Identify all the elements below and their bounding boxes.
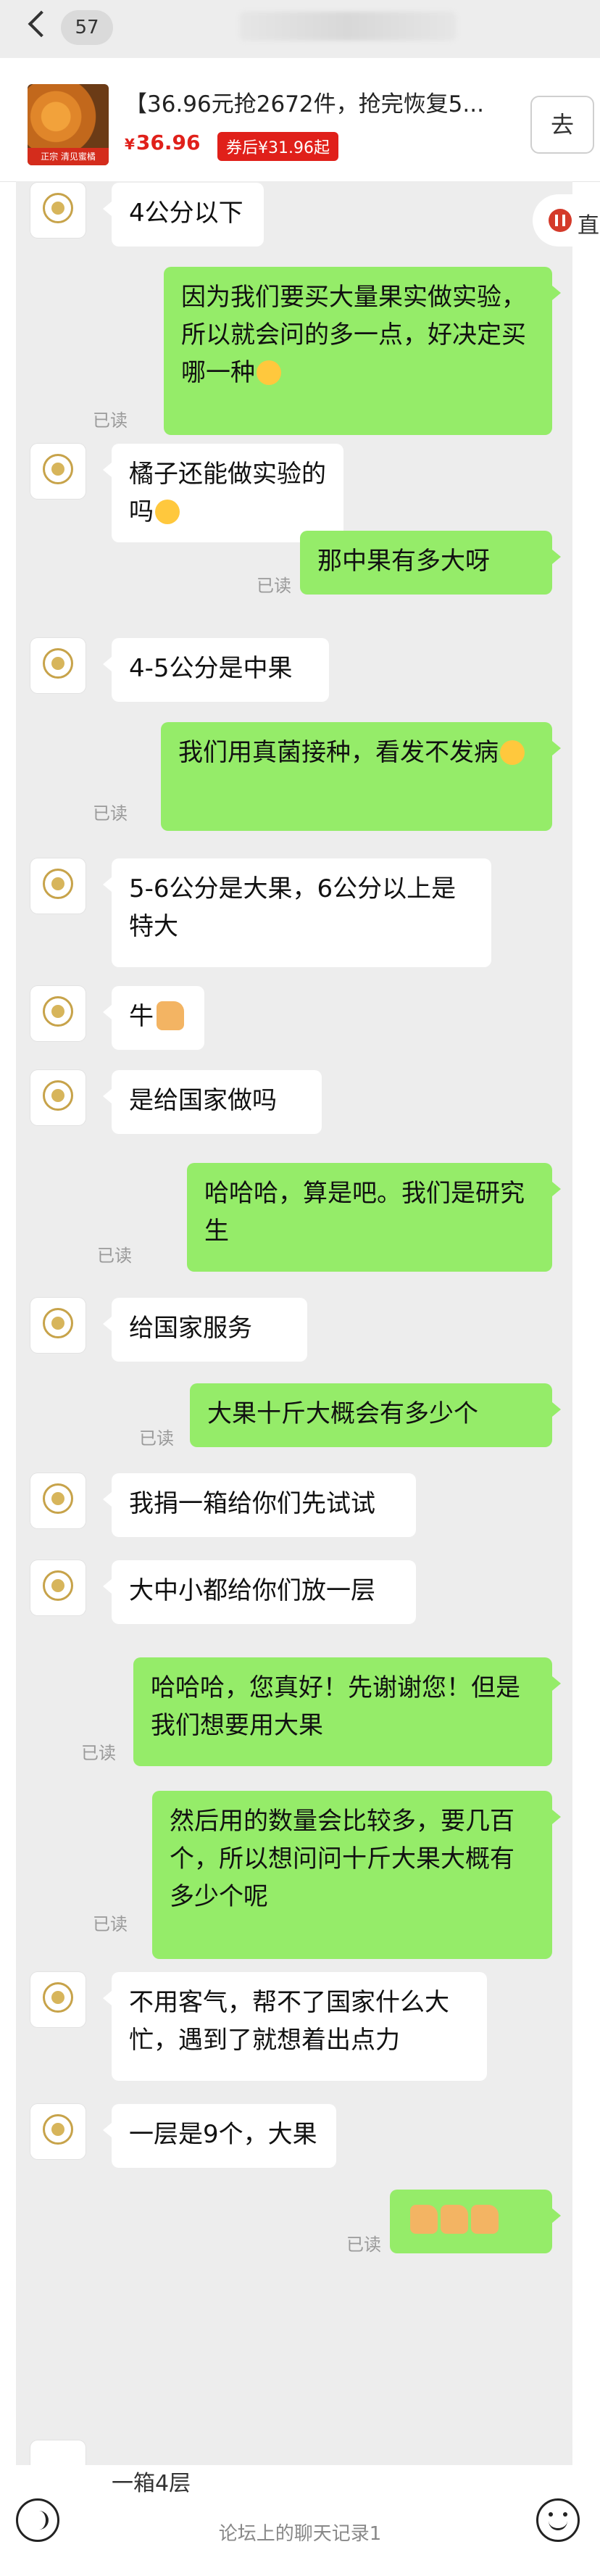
go-button[interactable]: 去 [530,96,594,154]
contact-avatar[interactable] [30,638,86,693]
message-text: 大果十斤大概会有多少个 [207,1399,478,1428]
message-text: 大中小都给你们放一层 [129,1576,375,1605]
thumbs-up-emoji-icon [441,2205,468,2234]
message-text: 那中果有多大呀 [317,547,490,576]
side-shortcut-button[interactable]: 直 [533,194,600,247]
image-caption: 论坛上的聊天记录1 [218,2523,382,2545]
read-receipt: 已读 [93,803,128,824]
contact-avatar[interactable] [30,2104,86,2159]
incoming-message[interactable]: 我捐一箱给你们先试试 [103,1473,416,1537]
bottom-bar: 一箱4层 论坛上的聊天记录1 [0,2465,600,2576]
message-text: 给国家服务 [129,1314,252,1343]
product-thumbnail[interactable]: 正宗 清见蜜橘 [28,84,109,165]
outgoing-message[interactable] [390,2190,561,2253]
incoming-message[interactable]: 一层是9个，大果 [103,2104,336,2168]
message-text: 5-6公分是大果，6公分以上是特大 [129,874,457,941]
read-receipt: 已读 [81,1743,116,1763]
incoming-message[interactable]: 给国家服务 [103,1298,307,1362]
message-text: 不用客气，帮不了国家什么大忙，遇到了就想着出点力 [129,1988,449,2055]
product-price: ¥36.96 [125,131,201,154]
side-shortcut-label: 直 [578,213,599,239]
contact-avatar[interactable] [30,1070,86,1125]
price-value: 36.96 [136,131,201,154]
contact-avatar[interactable] [30,1473,86,1528]
thumbs-up-emoji-icon [410,2205,438,2234]
coupon-badge: 券后¥31.96起 [217,132,338,161]
incoming-message[interactable]: 橘子还能做实验的吗 [103,444,343,542]
outgoing-message[interactable]: 然后用的数量会比较多，要几百个，所以想问问十斤大果大概有多少个呢 [152,1791,561,1959]
outgoing-message[interactable]: 哈哈哈，您真好！先谢谢您！但是我们想要用大果 [133,1657,561,1766]
blurred-contact-name [239,12,457,41]
contact-avatar[interactable] [30,1972,86,2027]
currency-symbol: ¥ [125,136,135,153]
thumbs-up-emoji-icon [471,2205,499,2234]
chevron-left-icon[interactable] [28,10,55,38]
message-text: 牛 [129,1002,154,1031]
partial-avatar[interactable] [30,2440,86,2465]
message-text: 是给国家做吗 [129,1086,277,1115]
unread-count-badge[interactable]: 57 [61,10,113,45]
message-text: 我捐一箱给你们先试试 [129,1489,375,1518]
incoming-message[interactable]: 5-6公分是大果，6公分以上是特大 [103,858,491,967]
read-receipt: 已读 [257,576,291,596]
incoming-message[interactable]: 是给国家做吗 [103,1070,322,1134]
incoming-message[interactable]: 牛 [103,986,204,1050]
incoming-message[interactable]: 4公分以下 [103,183,264,247]
partial-message-text: 一箱4层 [112,2465,249,2496]
message-text: 因为我们要买大量果实做实验，所以就会问的多一点，好决定买哪一种 [181,283,526,387]
outgoing-message[interactable]: 我们用真菌接种，看发不发病 [161,722,561,831]
grin-emoji-icon [500,740,525,765]
contact-avatar[interactable] [30,1298,86,1353]
outgoing-message[interactable]: 因为我们要买大量果实做实验，所以就会问的多一点，好决定买哪一种 [164,267,561,435]
message-text: 然后用的数量会比较多，要几百个，所以想问问十斤大果大概有多少个呢 [170,1807,514,1911]
read-receipt: 已读 [139,1428,174,1449]
incoming-message[interactable]: 不用客气，帮不了国家什么大忙，遇到了就想着出点力 [103,1972,487,2081]
pause-icon [549,209,572,232]
laugh-emoji-icon [155,500,180,524]
product-image-tag: 正宗 清见蜜橘 [28,148,109,165]
contact-avatar[interactable] [30,986,86,1041]
outgoing-message[interactable]: 哈哈哈，算是吧。我们是研究生 [187,1163,561,1272]
read-receipt: 已读 [97,1246,132,1266]
product-card[interactable]: 正宗 清见蜜橘 【36.96元抢2672件，抢完恢复5... ¥36.96 券后… [0,58,600,182]
outgoing-message[interactable]: 大果十斤大概会有多少个 [190,1383,561,1447]
grin-emoji-icon [257,360,281,385]
contact-avatar[interactable] [30,183,86,238]
smile-icon[interactable] [536,2498,580,2542]
message-text: 我们用真菌接种，看发不发病 [178,738,499,767]
incoming-message[interactable]: 大中小都给你们放一层 [103,1560,416,1624]
thumbs-up-emoji-icon [157,1001,184,1030]
message-text: 4公分以下 [129,199,243,228]
contact-avatar[interactable] [30,858,86,914]
read-receipt: 已读 [346,2235,381,2255]
read-receipt: 已读 [93,1914,128,1934]
message-text: 一层是9个，大果 [129,2120,317,2149]
incoming-message[interactable]: 4-5公分是中果 [103,638,329,702]
message-text: 哈哈哈，算是吧。我们是研究生 [204,1179,525,1246]
read-receipt: 已读 [93,410,128,431]
top-nav-bar: 57 [0,0,600,58]
message-text: 4-5公分是中果 [129,654,293,683]
contact-avatar[interactable] [30,1560,86,1615]
product-title[interactable]: 【36.96元抢2672件，抢完恢复5... [125,86,501,118]
outgoing-message[interactable]: 那中果有多大呀 [300,531,561,595]
message-text: 哈哈哈，您真好！先谢谢您！但是我们想要用大果 [151,1673,520,1740]
contact-avatar[interactable] [30,444,86,499]
